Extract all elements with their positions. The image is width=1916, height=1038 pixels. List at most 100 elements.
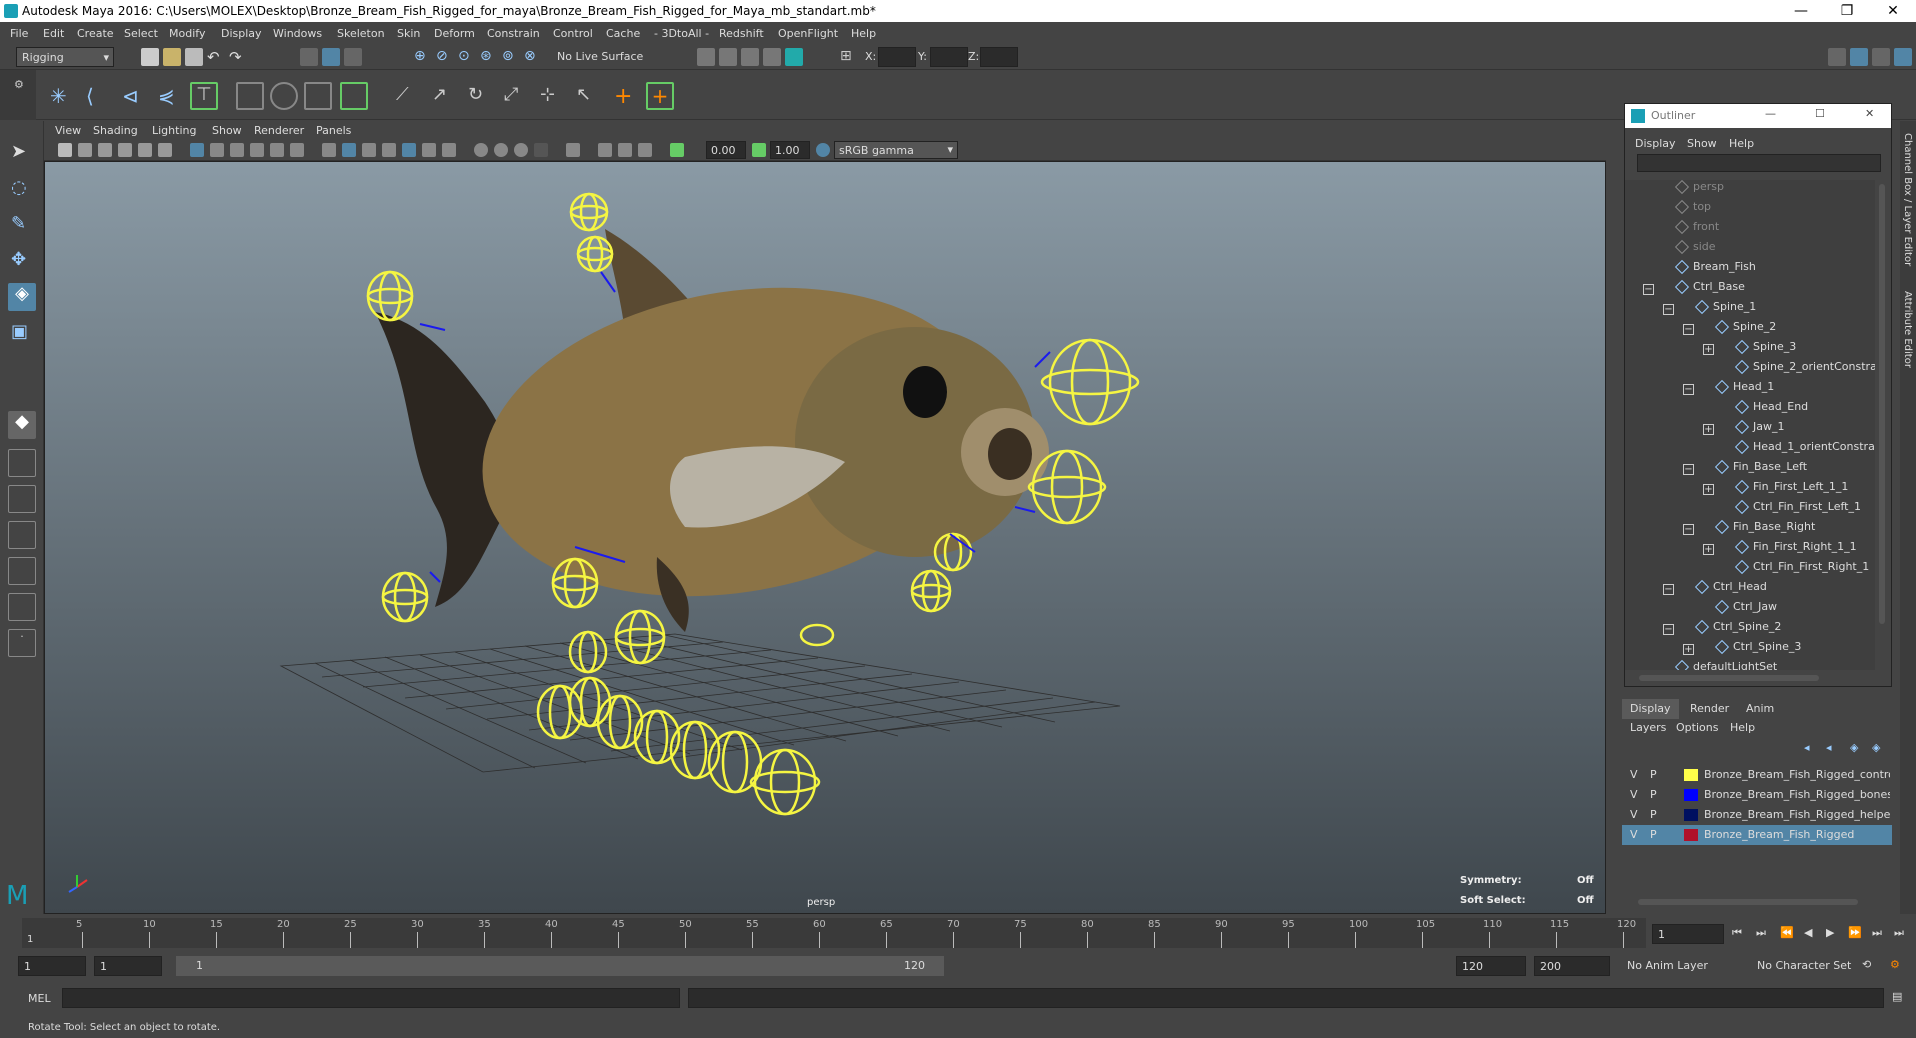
cluster-icon[interactable]: + [646,82,674,110]
outliner-item[interactable]: Head_1_orientConstraint [1734,439,1875,460]
expand-toggle-icon[interactable]: − [1663,304,1674,315]
menu-control[interactable]: Control [553,27,593,40]
mode-selector[interactable]: Rigging ▾ [16,47,114,67]
toggle-attribute-editor-icon[interactable] [1850,48,1868,66]
open-scene-icon[interactable] [163,48,181,66]
redo-icon[interactable]: ↷ [229,48,247,66]
tab-attribute-editor[interactable]: Attribute Editor [1902,291,1913,368]
animation-start-field[interactable]: 1 [18,956,86,976]
z-field[interactable] [980,47,1018,67]
layer-color-swatch[interactable] [1684,829,1698,841]
expand-toggle-icon[interactable]: + [1703,484,1714,495]
outliner-item[interactable]: − Spine_2 [1683,319,1776,340]
menu-3dtoall[interactable]: - 3DtoAll - [654,27,709,40]
expand-toggle-icon[interactable]: + [1703,544,1714,555]
expand-toggle-icon[interactable]: − [1683,324,1694,335]
live-surface-field[interactable]: No Live Surface [552,47,643,67]
snap-point-icon[interactable]: ⊙ [458,48,476,66]
shelf-tab-menu[interactable]: ⚙ [0,70,36,120]
y-field[interactable] [930,47,968,67]
toggle-tool-settings-icon[interactable] [1872,48,1890,66]
new-layer-selected-icon[interactable]: ◈ [1872,741,1880,754]
menu-skeleton[interactable]: Skeleton [337,27,385,40]
select-hierarchy-icon[interactable] [300,48,318,66]
mel-label[interactable]: MEL [28,992,51,1005]
outliner-menu-display[interactable]: Display [1635,137,1676,150]
playback-end-field[interactable]: 120 [1456,956,1526,976]
layer-menu-help[interactable]: Help [1730,721,1755,734]
auto-key-icon[interactable]: ⟲ [1862,958,1871,971]
new-scene-icon[interactable] [141,48,159,66]
persp-outliner-layout-icon[interactable] [8,485,36,513]
four-view-layout-icon[interactable] [8,449,36,477]
toggle-channel-box-icon[interactable] [1894,48,1912,66]
close-button[interactable]: ✕ [1870,0,1916,22]
script-editor-icon[interactable]: ▤ [1892,990,1902,1003]
bookmark-icon[interactable] [98,143,112,157]
play-forward-icon[interactable]: ▶ [1826,926,1834,939]
gamma-field[interactable]: 1.00 [770,141,810,159]
outliner-item[interactable]: − Fin_Base_Right [1683,519,1815,540]
snap-grid-icon[interactable]: ⊕ [414,48,432,66]
playback-start-field[interactable]: 1 [94,956,162,976]
layer-color-swatch[interactable] [1684,769,1698,781]
menu-select[interactable]: Select [124,27,158,40]
layer-playback-toggle[interactable]: P [1650,808,1657,821]
pole-vector-icon[interactable]: ↖ [576,84,600,108]
ik-spline-icon[interactable]: ⊲ [122,84,146,108]
single-perspective-layout-icon[interactable]: ◆ [8,411,36,439]
anti-alias-icon[interactable] [442,143,456,157]
scale-constraint-icon[interactable]: ⤢ [504,84,528,108]
outliner-vertical-scrollbar[interactable] [1879,184,1885,624]
isolate-select-icon[interactable] [566,143,580,157]
render-frame-icon[interactable] [719,48,737,66]
menu-help[interactable]: Help [851,27,876,40]
vp-menu-shading[interactable]: Shading [93,124,138,137]
outliner-item[interactable]: Ctrl_Jaw [1714,599,1777,620]
outliner-close-button[interactable]: ✕ [1865,107,1874,120]
field-chart-icon[interactable] [270,143,284,157]
outliner-item[interactable]: − Ctrl_Head [1663,579,1767,600]
select-component-icon[interactable] [344,48,362,66]
menu-redshift[interactable]: Redshift [719,27,764,40]
menu-edit[interactable]: Edit [43,27,64,40]
hypershade-icon[interactable] [785,48,803,66]
quick-rig-icon[interactable]: ⊤ [190,82,218,110]
gamma-toggle-icon[interactable] [618,143,632,157]
snap-surface-icon[interactable]: ⊚ [502,48,520,66]
layer-playback-toggle[interactable]: P [1650,768,1657,781]
expand-toggle-icon[interactable]: + [1703,344,1714,355]
current-frame-field[interactable]: 1 [1652,924,1724,944]
expand-toggle-icon[interactable]: − [1683,524,1694,535]
layer-color-swatch[interactable] [1684,809,1698,821]
snap-live-icon[interactable]: ⊗ [524,48,542,66]
layer-row[interactable]: V P Bronze_Bream_Fish_Rigged_helpers [1622,805,1892,825]
go-to-end-icon[interactable]: ⏭ [1894,926,1904,940]
menu-create[interactable]: Create [77,27,114,40]
scale-tool-icon[interactable]: ▣ [11,321,33,343]
outliner-item[interactable]: − Spine_1 [1663,299,1756,320]
interactive-bind-icon[interactable] [270,82,298,110]
outliner-item[interactable]: front [1674,219,1719,240]
outliner-horizontal-scrollbar[interactable] [1639,675,1819,681]
render-view-icon[interactable] [697,48,715,66]
vp-menu-panels[interactable]: Panels [316,124,351,137]
film-gate-icon[interactable] [210,143,224,157]
outliner-item[interactable]: Head_End [1734,399,1808,420]
layer-menu-options[interactable]: Options [1676,721,1718,734]
outliner-item[interactable]: + Ctrl_Spine_3 [1683,639,1801,660]
x-field[interactable] [878,47,916,67]
parent-constraint-icon[interactable]: ⊹ [540,84,564,108]
colorspace-dropdown[interactable]: sRGB gamma ▾ [834,141,958,159]
outliner-item[interactable]: defaultLightSet [1674,659,1777,670]
vp-menu-lighting[interactable]: Lighting [152,124,196,137]
outliner-item[interactable]: Bream_Fish [1674,259,1756,280]
step-forward-frame-icon[interactable]: ⏩ [1848,926,1862,939]
step-back-key-icon[interactable]: ⏭ [1756,926,1766,940]
expand-toggle-icon[interactable]: − [1683,384,1694,395]
snap-view-icon[interactable]: ⊛ [480,48,498,66]
expand-toggle-icon[interactable]: − [1643,284,1654,295]
lasso-tool-icon[interactable]: ◌ [11,177,33,199]
outliner-item[interactable]: − Ctrl_Base [1643,279,1745,300]
expand-toggle-icon[interactable]: − [1663,624,1674,635]
